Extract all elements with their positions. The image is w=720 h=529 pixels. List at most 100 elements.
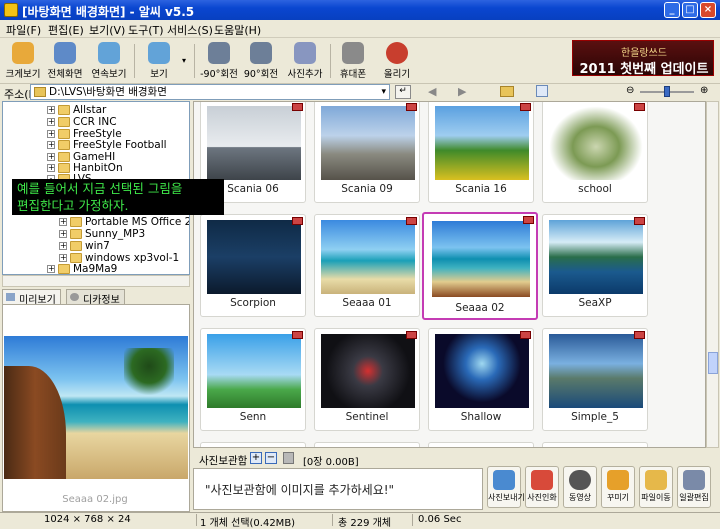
menu-tools[interactable]: 도구(T) [128,22,164,38]
move-file-button[interactable]: 파일이동 [639,466,673,508]
batch-edit-button[interactable]: 일괄편집 [677,466,711,508]
thumbnail[interactable] [200,442,306,447]
phone-button[interactable]: 휴대폰 [330,40,376,82]
go-button[interactable]: ↵ [395,85,411,99]
thumbnail[interactable] [314,442,420,447]
address-input[interactable]: D:\LVS\바탕화면 배경화면 ▾ [30,84,390,100]
info-icon [70,293,79,301]
jpg-badge-icon [406,331,417,339]
expand-icon[interactable]: + [47,130,55,138]
jpg-badge-icon [523,216,534,224]
ucc-upload-icon [386,42,408,64]
menu-file[interactable]: 파일(F) [6,22,41,38]
banner-line1: 한을랑쓰드 [621,48,667,59]
expand-icon[interactable]: + [47,141,55,149]
address-dropdown-icon[interactable]: ▾ [381,85,386,99]
thumbnail[interactable]: Sentinel [314,328,420,431]
thumbnail[interactable]: Shallow [428,328,534,431]
thumbnail-grid: Scania 06 Scania 09 Scania 16 school Sco… [193,101,706,448]
preview-tabs: 미리보기 디카정보 [2,289,190,306]
thumbnail[interactable] [542,442,648,447]
address-value: D:\LVS\바탕화면 배경화면 [49,86,167,98]
status-total: 총 229 개체 [338,518,392,529]
decorate-icon [607,470,629,490]
expand-icon[interactable]: + [47,153,55,161]
ad-banner[interactable]: 한을랑쓰드 2011 첫번째 업데이트 [572,40,714,77]
decorate-button[interactable]: 꾸미기 [601,466,635,508]
back-arrow-icon[interactable]: ◀ [428,85,436,98]
thumbnail[interactable]: SeaXP [542,214,648,317]
thumbnail[interactable] [428,442,534,447]
jpg-badge-icon [292,331,303,339]
rotate-right-icon [250,42,272,64]
thumbnail[interactable]: Scorpion [200,214,306,317]
expand-icon[interactable]: + [47,118,55,126]
thumbnail[interactable]: Scania 16 [428,102,534,203]
jpg-badge-icon [520,331,531,339]
tab-camera-info[interactable]: 디카정보 [66,289,125,306]
minimize-button[interactable]: _ [664,2,680,18]
grid-vscrollbar[interactable] [706,101,719,448]
print-photo-icon [531,470,553,490]
zoom-out-icon[interactable]: ⊖ [626,85,634,96]
thumbnail[interactable]: Simple_5 [542,328,648,431]
close-button[interactable]: × [700,2,716,18]
send-photo-button[interactable]: 사진보내기 [487,466,525,508]
maximize-button[interactable]: □ [682,2,698,18]
thumbnail[interactable]: Scania 09 [314,102,420,203]
zoom-in-icon[interactable]: ⊕ [700,85,708,96]
tree-hscrollbar[interactable] [2,275,190,287]
send-photo-icon [493,470,515,490]
add-icon[interactable]: + [250,452,262,464]
thumbnail-image [549,220,643,294]
trash-icon[interactable] [283,452,294,464]
folder-icon [58,163,70,173]
phone-icon [342,42,364,64]
folder-icon [58,129,70,139]
expand-icon[interactable]: + [59,230,67,238]
view-dropdown-arrow-icon[interactable]: ▾ [182,56,186,65]
fullscreen-button[interactable]: 전체화면 [42,40,88,82]
expand-icon[interactable]: + [59,218,67,226]
remove-icon[interactable]: − [265,452,277,464]
folder-icon [70,217,82,227]
ucc-upload-button[interactable]: 올리기 [374,40,420,82]
title-bar: [바탕화면 배경화면] - 알씨 v5.5 _ □ × [0,0,720,20]
album-title: 사진보관함 [199,455,248,467]
folder-icon [58,264,70,274]
video-button[interactable]: 동영상 [563,466,597,508]
expand-icon[interactable]: + [47,265,55,273]
parent-folder-icon[interactable] [500,86,514,97]
thumbnail-selected[interactable]: Seaaa 02 [422,212,538,320]
forward-arrow-icon[interactable]: ▶ [458,85,466,98]
thumbnail[interactable]: Seaaa 01 [314,214,420,317]
expand-icon[interactable]: + [59,254,67,262]
menu-edit[interactable]: 편집(E) [48,22,84,38]
print-photo-button[interactable]: 사진인화 [525,466,559,508]
slideshow-button[interactable]: 연속보기 [86,40,132,82]
zoom-slider-handle[interactable] [664,86,670,97]
menu-service[interactable]: 서비스(S) [167,22,213,38]
folder-icon [70,253,82,263]
move-file-icon [645,470,667,490]
status-resolution: 1024 × 768 × 24 [44,514,131,525]
menu-help[interactable]: 도움말(H) [214,22,261,38]
folder-icon [58,117,70,127]
expand-icon[interactable]: + [47,164,55,172]
jpg-badge-icon [292,217,303,225]
zoom-view-button[interactable]: 크게보기 [0,40,46,82]
rotate-left-button[interactable]: -90°회전 [196,40,242,82]
add-photo-button[interactable]: 사진추가 [282,40,328,82]
folder-icon [70,229,82,239]
thumbnail[interactable]: school [542,102,648,203]
expand-icon[interactable]: + [59,242,67,250]
rotate-right-button[interactable]: 90°회전 [238,40,284,82]
sort-icon[interactable] [536,85,548,97]
scroll-thumb[interactable] [708,352,718,374]
view-button[interactable]: 보기 [136,40,182,82]
thumbnail[interactable]: Senn [200,328,306,431]
menu-view[interactable]: 보기(V) [89,22,125,38]
expand-icon[interactable]: + [47,106,55,114]
tab-preview[interactable]: 미리보기 [2,289,61,306]
jpg-badge-icon [520,103,531,111]
